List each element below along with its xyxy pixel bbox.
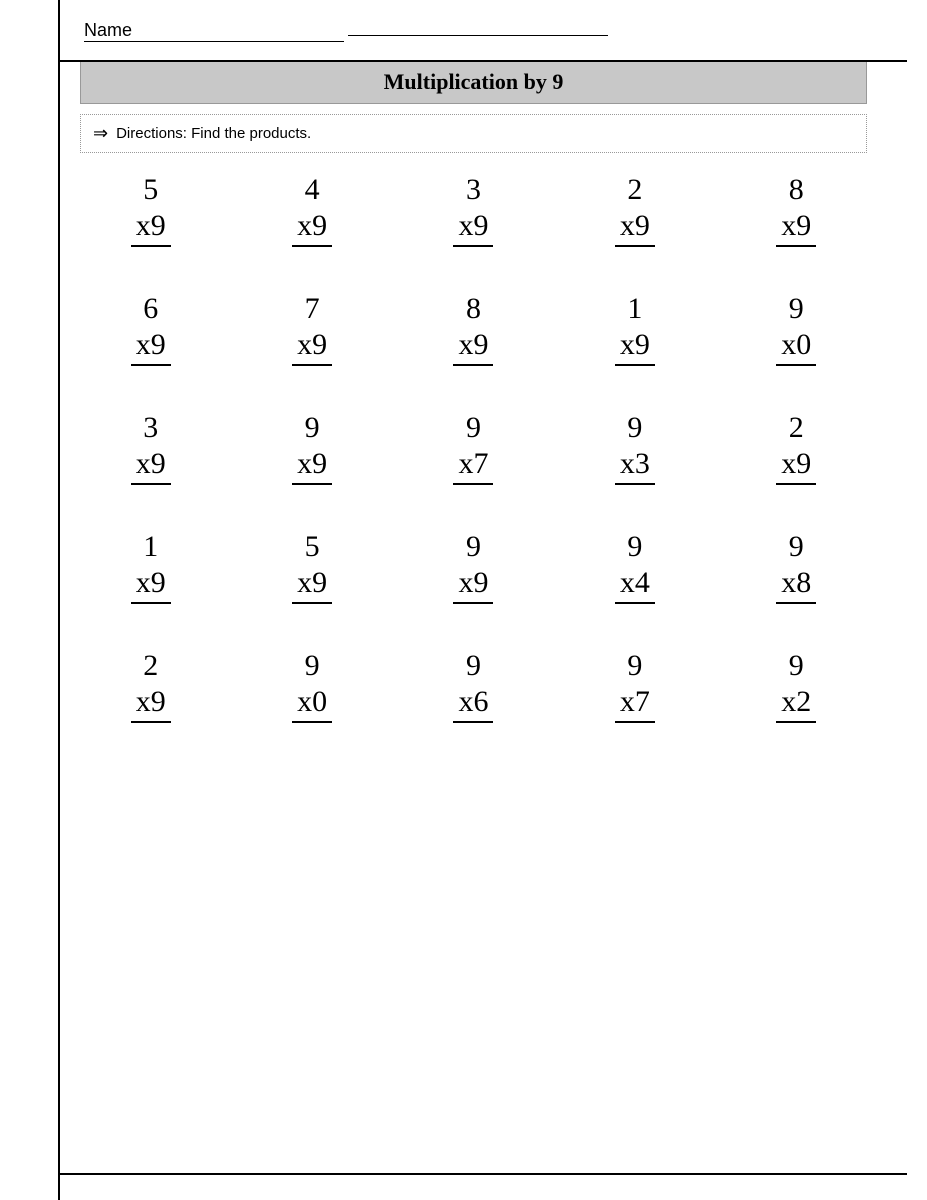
problem-1-3: 3x9	[393, 173, 554, 257]
problem-multiplier: x6	[453, 685, 493, 723]
problem-top-number: 9	[305, 649, 320, 683]
problem-2-3: 8x9	[393, 292, 554, 376]
problem-top-number: 5	[305, 530, 320, 564]
problem-top-number: 7	[305, 292, 320, 326]
problem-2-1: 6x9	[70, 292, 231, 376]
problem-top-number: 1	[143, 530, 158, 564]
problem-multiplier: x9	[776, 209, 816, 247]
problem-top-number: 9	[627, 530, 642, 564]
problem-3-5: 2x9	[716, 411, 877, 495]
problem-2-4: 1x9	[554, 292, 715, 376]
problem-top-number: 9	[466, 649, 481, 683]
problem-top-number: 2	[627, 173, 642, 207]
problem-1-4: 2x9	[554, 173, 715, 257]
problem-top-number: 9	[789, 530, 804, 564]
problem-top-number: 8	[789, 173, 804, 207]
problem-top-number: 5	[143, 173, 158, 207]
problem-multiplier: x7	[453, 447, 493, 485]
problem-multiplier: x9	[131, 447, 171, 485]
problem-top-number: 1	[627, 292, 642, 326]
problem-4-3: 9x9	[393, 530, 554, 614]
problem-multiplier: x9	[453, 209, 493, 247]
problem-row-2: 6x97x98x91x99x0	[70, 292, 877, 376]
arrow-icon: ⇒	[93, 123, 108, 144]
problem-4-2: 5x9	[231, 530, 392, 614]
problem-top-number: 4	[305, 173, 320, 207]
problem-multiplier: x9	[292, 447, 332, 485]
problem-3-1: 3x9	[70, 411, 231, 495]
problem-multiplier: x9	[615, 209, 655, 247]
problem-multiplier: x4	[615, 566, 655, 604]
problem-top-number: 9	[466, 530, 481, 564]
problem-3-3: 9x7	[393, 411, 554, 495]
problem-multiplier: x9	[131, 328, 171, 366]
problem-5-5: 9x2	[716, 649, 877, 733]
problem-2-5: 9x0	[716, 292, 877, 376]
problem-multiplier: x2	[776, 685, 816, 723]
problem-top-number: 9	[466, 411, 481, 445]
problem-multiplier: x9	[131, 566, 171, 604]
problem-1-2: 4x9	[231, 173, 392, 257]
problem-row-1: 5x94x93x92x98x9	[70, 173, 877, 257]
problem-5-1: 2x9	[70, 649, 231, 733]
problem-top-number: 6	[143, 292, 158, 326]
problem-multiplier: x9	[615, 328, 655, 366]
problem-row-4: 1x95x99x99x49x8	[70, 530, 877, 614]
title-box: Multiplication by 9	[80, 60, 867, 104]
problem-multiplier: x9	[453, 566, 493, 604]
problem-4-4: 9x4	[554, 530, 715, 614]
problem-2-2: 7x9	[231, 292, 392, 376]
problem-top-number: 3	[466, 173, 481, 207]
problem-multiplier: x0	[292, 685, 332, 723]
problem-5-2: 9x0	[231, 649, 392, 733]
problem-top-number: 8	[466, 292, 481, 326]
name-field: Name	[80, 20, 877, 42]
directions-box: ⇒ Directions: Find the products.	[80, 114, 867, 153]
problem-top-number: 9	[627, 411, 642, 445]
problem-1-1: 5x9	[70, 173, 231, 257]
problem-multiplier: x9	[453, 328, 493, 366]
problem-multiplier: x9	[776, 447, 816, 485]
problem-multiplier: x9	[292, 328, 332, 366]
problem-multiplier: x3	[615, 447, 655, 485]
problem-3-4: 9x3	[554, 411, 715, 495]
problem-4-5: 9x8	[716, 530, 877, 614]
problem-multiplier: x7	[615, 685, 655, 723]
problem-row-5: 2x99x09x69x79x2	[70, 649, 877, 733]
problem-multiplier: x9	[131, 209, 171, 247]
problem-multiplier: x8	[776, 566, 816, 604]
problem-top-number: 9	[627, 649, 642, 683]
problem-top-number: 9	[789, 649, 804, 683]
problem-top-number: 2	[789, 411, 804, 445]
problem-4-1: 1x9	[70, 530, 231, 614]
problem-top-number: 3	[143, 411, 158, 445]
problem-1-5: 8x9	[716, 173, 877, 257]
problem-top-number: 9	[789, 292, 804, 326]
problem-multiplier: x9	[292, 566, 332, 604]
problem-multiplier: x9	[131, 685, 171, 723]
problem-top-number: 2	[143, 649, 158, 683]
problem-row-3: 3x99x99x79x32x9	[70, 411, 877, 495]
problem-top-number: 9	[305, 411, 320, 445]
name-underline[interactable]	[348, 35, 608, 36]
problems-container: 5x94x93x92x98x96x97x98x91x99x03x99x99x79…	[70, 173, 877, 733]
problem-multiplier: x0	[776, 328, 816, 366]
problem-multiplier: x9	[292, 209, 332, 247]
problem-5-3: 9x6	[393, 649, 554, 733]
problem-5-4: 9x7	[554, 649, 715, 733]
problem-3-2: 9x9	[231, 411, 392, 495]
